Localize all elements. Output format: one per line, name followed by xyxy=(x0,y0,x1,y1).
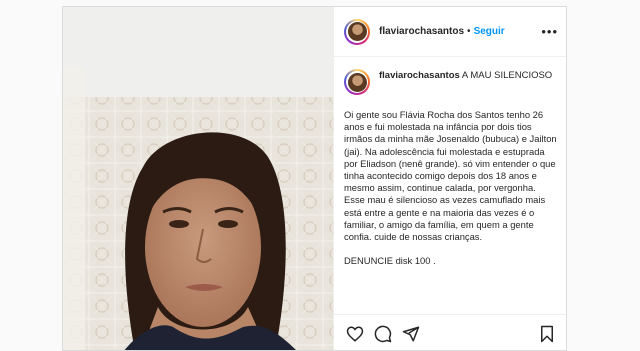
post-sidebar: flaviarochasantos • Seguir ••• flaviaroc… xyxy=(333,7,566,350)
post-header: flaviarochasantos • Seguir ••• xyxy=(334,7,566,57)
heart-icon[interactable] xyxy=(344,323,366,345)
caption-avatar[interactable] xyxy=(344,69,370,95)
caption-row: flaviarochasantos A MAU SILENCIOSO xyxy=(344,69,558,95)
avatar[interactable] xyxy=(344,18,370,45)
caption-avatar-ring xyxy=(346,71,368,93)
caption-avatar-image xyxy=(347,72,367,92)
bookmark-icon[interactable] xyxy=(536,323,558,345)
share-icon[interactable] xyxy=(400,323,422,345)
caption-text: Oi gente sou Flávia Rocha dos Santos ten… xyxy=(344,109,557,267)
post-photo[interactable] xyxy=(63,7,333,350)
avatar-image xyxy=(347,22,367,41)
caption-section: flaviarochasantos A MAU SILENCIOSO Oi ge… xyxy=(334,57,566,307)
caption-head: flaviarochasantos A MAU SILENCIOSO xyxy=(379,69,552,82)
caption-body: flaviarochasantos A MAU SILENCIOSO xyxy=(379,69,552,82)
caption-username[interactable]: flaviarochasantos xyxy=(379,70,460,81)
separator-dot: • xyxy=(467,26,471,37)
comment-icon[interactable] xyxy=(372,323,394,345)
caption-title: A MAU SILENCIOSO xyxy=(461,70,553,81)
post-photo-image xyxy=(63,7,333,350)
instagram-post: flaviarochasantos • Seguir ••• flaviaroc… xyxy=(62,6,567,351)
follow-button[interactable]: Seguir xyxy=(474,26,505,37)
more-options-icon[interactable]: ••• xyxy=(541,25,558,38)
action-bar xyxy=(334,314,566,350)
avatar-ring xyxy=(346,20,368,43)
username-link[interactable]: flaviarochasantos xyxy=(379,26,464,37)
